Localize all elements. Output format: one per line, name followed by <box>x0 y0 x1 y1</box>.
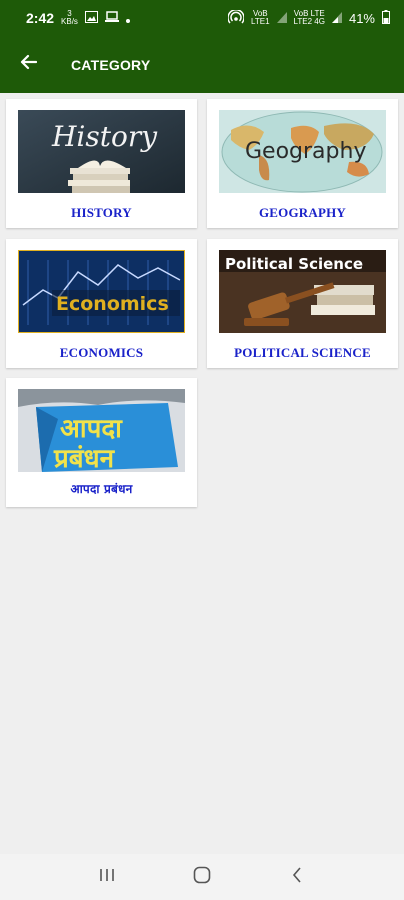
back-icon <box>292 866 302 888</box>
economics-thumbnail: Economics <box>18 250 185 333</box>
category-label-geography: GEOGRAPHY <box>258 205 347 220</box>
status-time: 2:42 <box>26 10 55 26</box>
history-thumbnail: History <box>18 110 185 193</box>
disaster-management-thumbnail: आपदा प्रबंधन <box>18 389 185 472</box>
political-science-thumb-text: Political Science <box>225 255 363 273</box>
signal-icon-2 <box>331 10 342 26</box>
network-speed-unit: KB/s <box>61 17 78 26</box>
back-button[interactable] <box>0 36 56 93</box>
battery-percent: 41% <box>348 10 375 26</box>
status-right: VoB LTE1 VoB LTE LTE2 4G 41% <box>227 8 390 27</box>
page-title: CATEGORY <box>71 56 151 73</box>
arrow-left-icon <box>19 54 38 75</box>
hotspot-icon <box>227 8 245 27</box>
app-bar: CATEGORY <box>0 36 404 93</box>
network-speed: 3 KB/s <box>61 10 78 26</box>
dot-icon <box>125 10 130 26</box>
laptop-icon <box>104 10 119 26</box>
recent-apps-icon <box>99 868 115 887</box>
geography-thumb-text: Geography <box>245 139 366 164</box>
category-card-political-science[interactable]: Political Science POLITICAL SCIENCE <box>207 239 398 368</box>
history-thumb-text: History <box>51 120 158 153</box>
signal-icon <box>276 10 287 26</box>
category-label-political-science: POLITICAL SCIENCE <box>234 345 371 360</box>
disaster-thumb-line1: आपदा <box>60 414 123 444</box>
gallery-icon <box>84 10 98 26</box>
battery-icon <box>382 9 390 27</box>
sim2-indicator: VoB LTE LTE2 4G <box>294 10 325 26</box>
home-button[interactable] <box>182 857 222 897</box>
political-science-thumbnail: Political Science <box>219 250 386 333</box>
category-card-economics[interactable]: Economics ECONOMICS <box>6 239 197 368</box>
category-label-disaster-management: आपदा प्रबंधन <box>70 482 133 496</box>
sim1-indicator: VoB LTE1 <box>251 10 270 26</box>
system-nav-bar <box>0 854 404 900</box>
sim2-bottom: LTE2 4G <box>293 17 325 26</box>
geography-thumbnail: Geography <box>219 110 386 193</box>
category-card-geography[interactable]: Geography GEOGRAPHY <box>207 99 398 228</box>
nav-back-button[interactable] <box>277 857 317 897</box>
category-label-history: HISTORY <box>71 205 132 220</box>
disaster-thumb-line2: प्रबंधन <box>53 444 116 472</box>
category-card-history[interactable]: History HISTORY <box>6 99 197 228</box>
status-bar: 2:42 3 KB/s VoB LTE1 VoB LTE LTE2 4G 41% <box>0 0 404 36</box>
category-label-economics: ECONOMICS <box>59 345 144 360</box>
economics-thumb-text: Economics <box>56 293 169 315</box>
category-card-disaster-management[interactable]: आपदा प्रबंधन आपदा प्रबंधन <box>6 378 197 507</box>
recent-apps-button[interactable] <box>87 857 127 897</box>
status-left: 2:42 3 KB/s <box>26 10 130 26</box>
home-icon <box>193 866 211 889</box>
sim1-bottom: LTE1 <box>251 17 270 26</box>
